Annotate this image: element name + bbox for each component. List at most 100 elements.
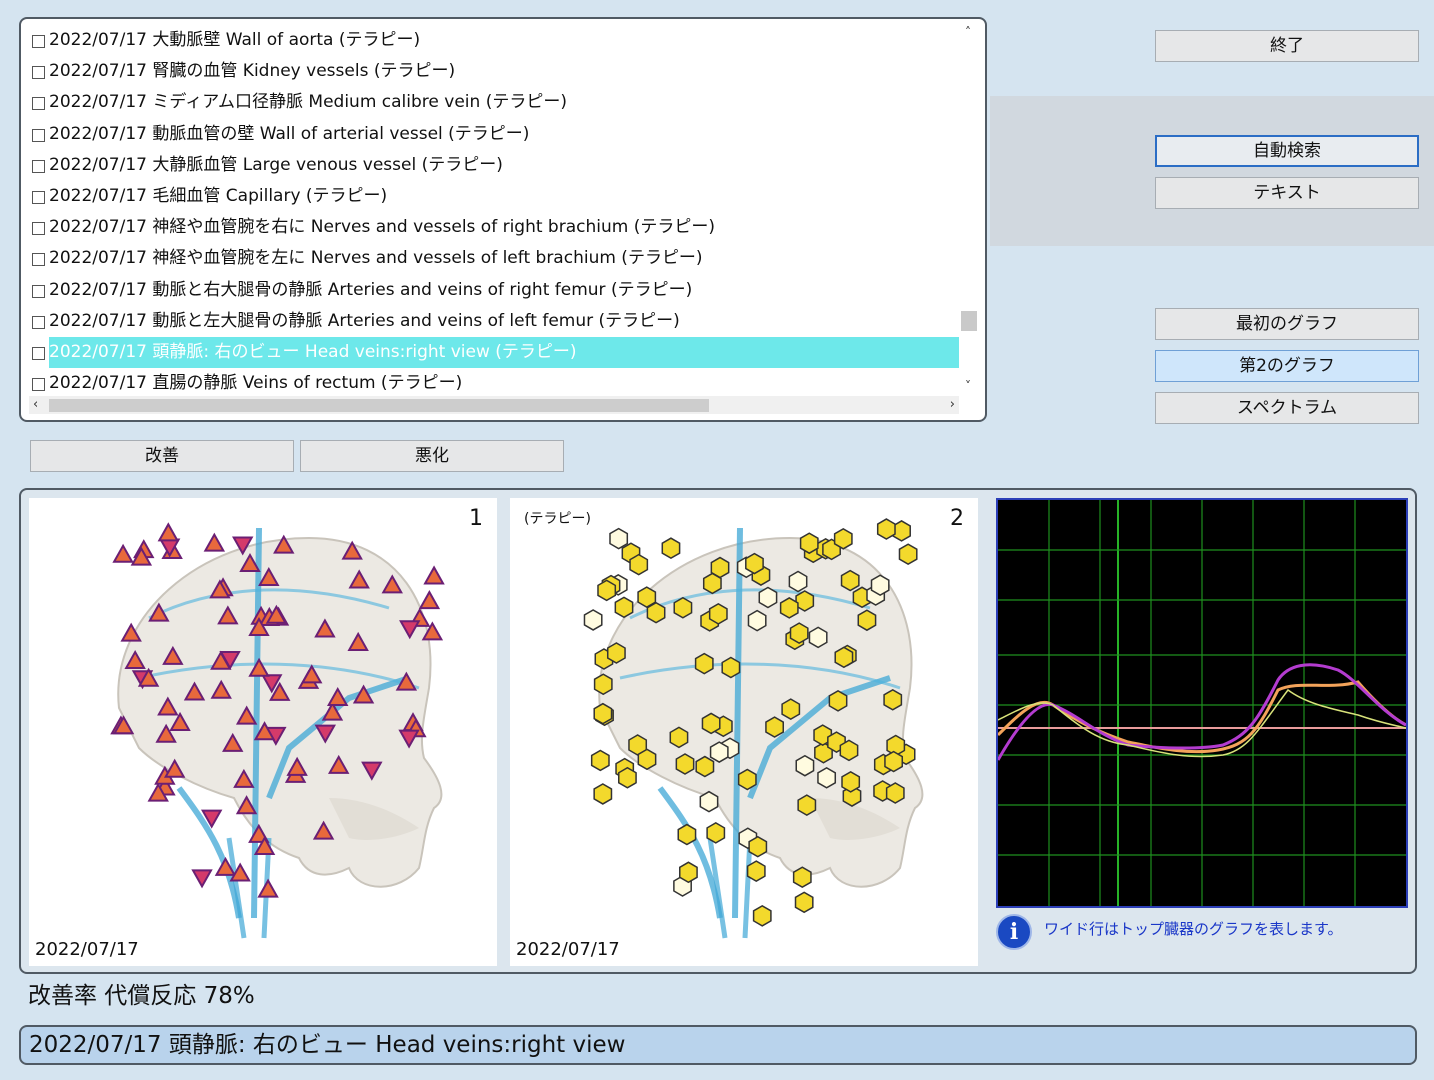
row-checkbox[interactable] (32, 128, 45, 142)
spectrum-graph (996, 498, 1408, 908)
hexagon-marker (679, 861, 698, 884)
hexagon-marker (834, 646, 854, 669)
improve-button[interactable]: 改善 (30, 440, 294, 472)
hexagon-marker (590, 749, 610, 772)
panel-number: 1 (469, 506, 483, 531)
hexagon-marker (706, 822, 726, 844)
row-checkbox[interactable] (32, 35, 45, 48)
triangle-marker (203, 532, 226, 552)
panel-number: 2 (950, 506, 964, 531)
hexagon-marker (885, 782, 905, 804)
hexagon-marker (883, 688, 903, 711)
list-item[interactable]: 2022/07/17 神経や血管腕を左に Nerves and vessels … (29, 243, 959, 274)
row-checkbox[interactable] (32, 66, 45, 80)
list-item-label: 2022/07/17 頭静脈: 右のビュー Head veins:right v… (49, 336, 959, 368)
spectrum-button[interactable]: スペクトラム (1155, 392, 1419, 424)
hexagon-marker (677, 823, 697, 846)
scroll-left-icon[interactable]: ‹ (33, 397, 38, 412)
list-item[interactable]: 2022/07/17 神経や血管腕を右に Nerves and vessels … (29, 212, 959, 243)
triangle-marker (157, 522, 180, 542)
list-item[interactable]: 2022/07/17 動脈と右大腿骨の静脈 Arteries and veins… (29, 275, 959, 306)
list-item[interactable]: 2022/07/17 頭静脈: 右のビュー Head veins:right v… (29, 336, 959, 368)
list-item[interactable]: 2022/07/17 毛細血管 Capillary (テラピー) (29, 181, 959, 212)
scroll-right-icon[interactable]: › (950, 397, 955, 412)
exit-button[interactable]: 終了 (1155, 30, 1419, 62)
hexagon-marker (637, 586, 657, 608)
hexagon-marker (709, 741, 729, 763)
hexagon-marker (694, 652, 714, 675)
hexagon-marker (795, 754, 815, 777)
triangle-marker (112, 543, 134, 563)
triangle-marker (418, 590, 441, 610)
hexagon-marker (593, 673, 613, 696)
hexagon-marker (747, 609, 767, 632)
list-item[interactable]: 2022/07/17 腎臓の血管 Kidney vessels (テラピー) (29, 56, 959, 87)
scroll-up-icon[interactable]: ˄ (961, 25, 975, 39)
list-item[interactable]: 2022/07/17 大動脈壁 Wall of aorta (テラピー) (29, 25, 959, 56)
row-checkbox[interactable] (32, 315, 45, 329)
spectrum-chart (996, 500, 1407, 906)
findings-list[interactable]: 2022/07/17 大動脈壁 Wall of aorta (テラピー) 2022… (19, 17, 987, 422)
hexagon-marker (789, 622, 809, 645)
list-item-label: 2022/07/17 神経や血管腕を右に Nerves and vessels … (49, 217, 715, 238)
hexagon-marker (593, 702, 613, 725)
row-checkbox[interactable] (32, 190, 45, 204)
horizontal-scroll-thumb[interactable] (49, 399, 709, 412)
hexagon-marker (841, 770, 861, 793)
row-checkbox[interactable] (32, 284, 45, 298)
hexagon-marker (884, 750, 904, 773)
vertical-scrollbar[interactable]: ˄ ˅ (959, 25, 977, 397)
hexagon-marker (699, 790, 719, 813)
list-item[interactable]: 2022/07/17 大静脈血管 Large venous vessel (テラ… (29, 150, 959, 181)
row-checkbox[interactable] (32, 222, 45, 236)
row-checkbox[interactable] (32, 97, 45, 111)
hexagon-marker (788, 570, 808, 593)
worsen-button[interactable]: 悪化 (300, 440, 564, 472)
list-item[interactable]: 2022/07/17 動脈血管の壁 Wall of arterial vesse… (29, 119, 959, 150)
hexagon-marker (840, 569, 860, 592)
row-checkbox[interactable] (32, 346, 45, 360)
hexagon-marker (833, 527, 853, 550)
graph-panel: 1 2022/07/17 (テラピー) 2 2022/07/17 i ワイド行は… (19, 488, 1417, 974)
row-checkbox[interactable] (32, 253, 45, 267)
info-row: i ワイド行はトップ臓器のグラフを表します。 (996, 914, 1406, 958)
first-graph-button[interactable]: 最初のグラフ (1155, 308, 1419, 340)
hexagon-marker (597, 579, 617, 602)
list-item[interactable]: 2022/07/17 ミディアム口径静脈 Medium calibre vein… (29, 87, 959, 118)
triangle-marker (257, 878, 279, 898)
second-graph-button[interactable]: 第2のグラフ (1155, 350, 1419, 382)
list-item-label: 2022/07/17 動脈血管の壁 Wall of arterial vesse… (49, 123, 530, 144)
scroll-down-icon[interactable]: ˅ (961, 379, 975, 393)
hexagon-marker (781, 698, 801, 721)
skull-illustration-2 (583, 518, 924, 939)
list-item[interactable]: 2022/07/17 直腸の静脈 Veins of rectum (テラピー) (29, 368, 959, 399)
text-button[interactable]: テキスト (1155, 177, 1419, 209)
hexagon-marker (701, 712, 721, 735)
horizontal-scrollbar[interactable]: ‹ › (29, 396, 959, 414)
list-item-label: 2022/07/17 大静脈血管 Large venous vessel (テラ… (49, 154, 503, 175)
hexagon-marker (614, 596, 634, 619)
row-checkbox[interactable] (32, 378, 45, 392)
hexagon-marker (637, 748, 657, 771)
info-icon: i (996, 914, 1032, 950)
hexagon-marker (695, 755, 715, 778)
hexagon-marker (779, 597, 799, 619)
hexagon-marker (629, 553, 649, 576)
skull-panel-2: (テラピー) 2 2022/07/17 (510, 498, 978, 966)
list-item-label: 2022/07/17 直腸の静脈 Veins of rectum (テラピー) (49, 373, 463, 394)
list-item-label: 2022/07/17 毛細血管 Capillary (テラピー) (49, 185, 388, 206)
scroll-thumb[interactable] (961, 311, 977, 331)
list-item-label: 2022/07/17 大動脈壁 Wall of aorta (テラピー) (49, 30, 421, 50)
hexagon-marker (794, 891, 814, 914)
hexagon-marker (609, 527, 629, 550)
auto-search-button[interactable]: 自動検索 (1155, 135, 1419, 167)
panel-date: 2022/07/17 (35, 939, 139, 960)
list-item[interactable]: 2022/07/17 動脈と左大腿骨の静脈 Arteries and veins… (29, 306, 959, 337)
hexagon-marker (745, 552, 764, 575)
hexagon-marker (799, 532, 819, 555)
list-item-label: 2022/07/17 神経や血管腕を左に Nerves and vessels … (49, 248, 703, 269)
row-checkbox[interactable] (32, 159, 45, 173)
hexagon-marker (876, 518, 896, 540)
list-item-label: 2022/07/17 動脈と左大腿骨の静脈 Arteries and veins… (49, 310, 680, 331)
hexagon-marker (721, 656, 741, 679)
